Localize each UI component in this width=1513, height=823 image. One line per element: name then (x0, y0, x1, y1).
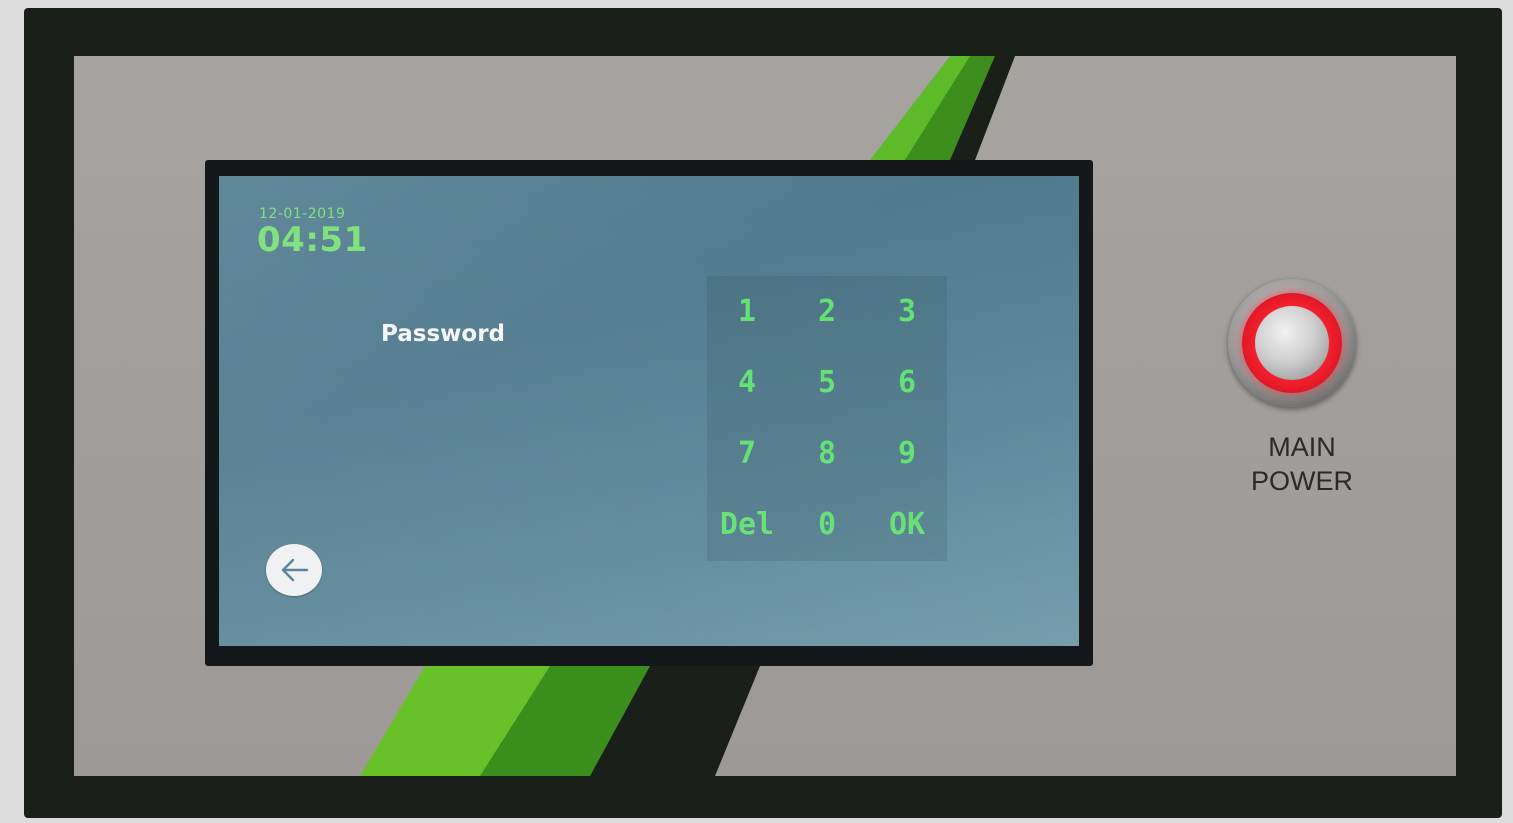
power-indicator-ring (1242, 293, 1342, 393)
key-4[interactable]: 4 (707, 352, 787, 412)
key-8[interactable]: 8 (787, 423, 867, 483)
numeric-keypad: 1 2 3 4 5 6 7 8 9 Del 0 OK (707, 276, 947, 561)
main-power-label: MAIN POWER (1222, 430, 1382, 498)
key-3[interactable]: 3 (867, 281, 947, 341)
time-label: 04:51 (257, 220, 368, 260)
key-6[interactable]: 6 (867, 352, 947, 412)
main-power-label-line2: POWER (1250, 466, 1353, 496)
machine-panel: 12-01-2019 04:51 Password 1 2 3 4 5 6 7 … (0, 0, 1513, 823)
key-1[interactable]: 1 (707, 281, 787, 341)
key-2[interactable]: 2 (787, 281, 867, 341)
arrow-left-icon (281, 558, 309, 582)
touch-screen: 12-01-2019 04:51 Password 1 2 3 4 5 6 7 … (219, 176, 1079, 646)
delete-key[interactable]: Del (707, 494, 787, 554)
key-9[interactable]: 9 (867, 423, 947, 483)
ok-key[interactable]: OK (867, 494, 947, 554)
main-power-button[interactable] (1228, 279, 1356, 407)
main-power-label-line1: MAIN (1268, 432, 1336, 462)
password-label: Password (381, 321, 505, 347)
back-button[interactable] (266, 544, 322, 596)
key-5[interactable]: 5 (787, 352, 867, 412)
power-button-cap (1255, 306, 1329, 380)
key-7[interactable]: 7 (707, 423, 787, 483)
key-0[interactable]: 0 (787, 494, 867, 554)
